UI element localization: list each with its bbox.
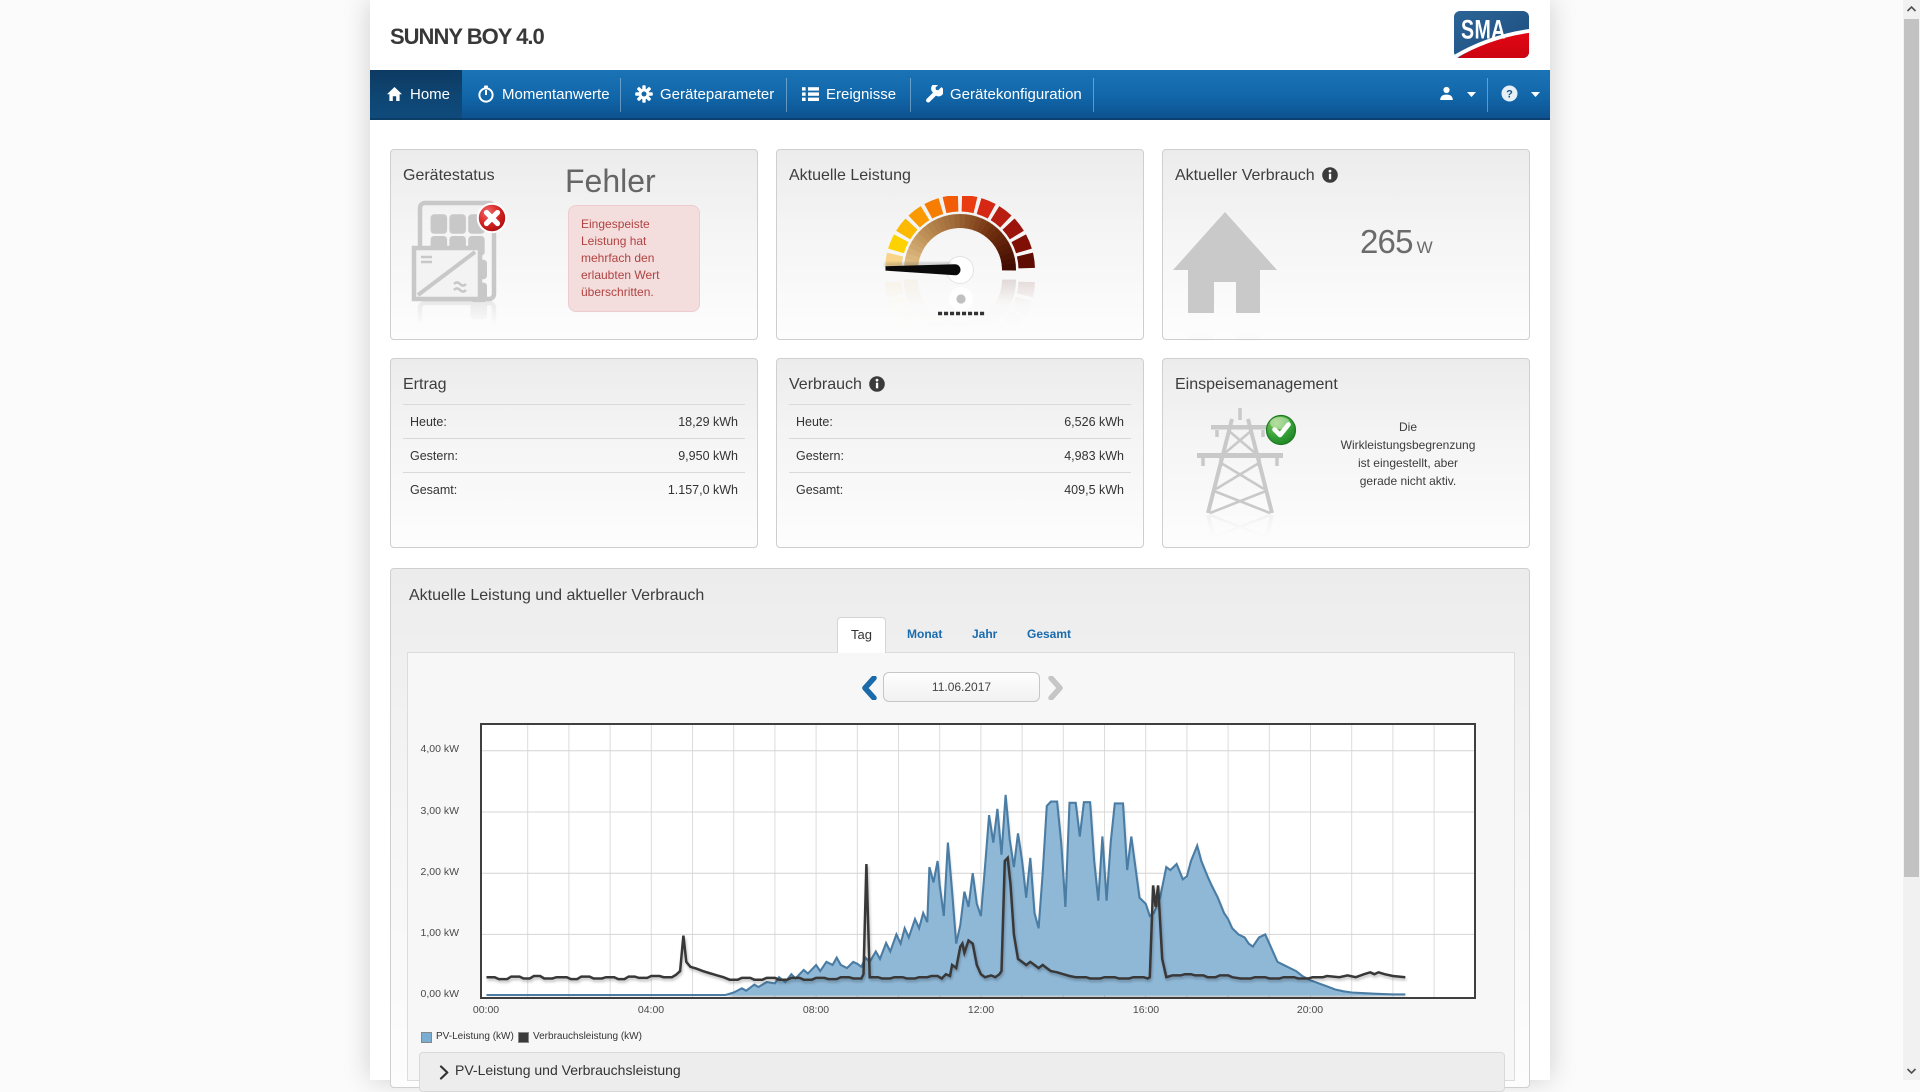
svg-text:?: ? xyxy=(1506,89,1513,101)
svg-text:SMA: SMA xyxy=(1461,15,1506,45)
